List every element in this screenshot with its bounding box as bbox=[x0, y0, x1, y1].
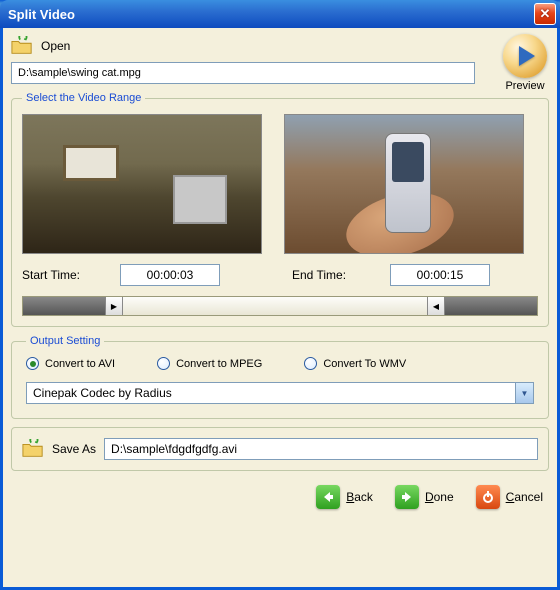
save-folder-icon[interactable] bbox=[22, 439, 44, 459]
dialog-body: Preview Open Select the Video Range bbox=[3, 28, 557, 587]
codec-selected: Cinepak Codec by Radius bbox=[33, 386, 172, 400]
radio-wmv-label: Convert To WMV bbox=[323, 358, 406, 370]
time-row: Start Time: End Time: bbox=[22, 264, 538, 286]
range-slider[interactable]: ▶ ◀ bbox=[22, 296, 538, 316]
end-time-input[interactable] bbox=[390, 264, 490, 286]
window-title: Split Video bbox=[8, 7, 534, 22]
radio-wmv[interactable]: Convert To WMV bbox=[304, 357, 406, 370]
radio-mpeg-indicator bbox=[157, 357, 170, 370]
slider-end-handle[interactable]: ◀ bbox=[427, 297, 445, 315]
done-arrow-icon bbox=[395, 485, 419, 509]
radio-avi[interactable]: Convert to AVI bbox=[26, 357, 115, 370]
save-label: Save As bbox=[52, 442, 96, 456]
range-legend: Select the Video Range bbox=[22, 92, 145, 104]
close-button[interactable]: ✕ bbox=[534, 3, 556, 25]
cancel-label-u: C bbox=[506, 490, 515, 504]
preview-button[interactable] bbox=[503, 34, 547, 78]
open-label: Open bbox=[41, 39, 70, 53]
back-button[interactable]: Back bbox=[316, 485, 373, 509]
preview-label: Preview bbox=[503, 80, 547, 92]
titlebar: Split Video ✕ bbox=[0, 0, 560, 28]
radio-row: Convert to AVI Convert to MPEG Convert T… bbox=[26, 357, 534, 370]
end-thumbnail[interactable] bbox=[284, 114, 524, 254]
done-label-rest: one bbox=[434, 490, 454, 504]
cancel-label-rest: ancel bbox=[514, 490, 543, 504]
radio-avi-indicator bbox=[26, 357, 39, 370]
back-arrow-icon bbox=[316, 485, 340, 509]
range-fieldset: Select the Video Range Start Time: End T… bbox=[11, 92, 549, 327]
done-button[interactable]: Done bbox=[395, 485, 454, 509]
done-label-u: D bbox=[425, 490, 434, 504]
start-time-label: Start Time: bbox=[22, 268, 112, 282]
save-row: Save As bbox=[11, 427, 549, 471]
chevron-down-icon: ▼ bbox=[515, 383, 533, 403]
thumb-row bbox=[22, 114, 538, 254]
radio-avi-label: Convert to AVI bbox=[45, 358, 115, 370]
start-thumbnail[interactable] bbox=[22, 114, 262, 254]
window: Split Video ✕ Preview Open Select the Vi… bbox=[0, 0, 560, 590]
save-path-input[interactable] bbox=[104, 438, 538, 460]
radio-wmv-indicator bbox=[304, 357, 317, 370]
radio-mpeg-label: Convert to MPEG bbox=[176, 358, 262, 370]
start-time-input[interactable] bbox=[120, 264, 220, 286]
source-path-input[interactable] bbox=[11, 62, 475, 84]
output-legend: Output Setting bbox=[26, 335, 104, 347]
open-row: Open bbox=[11, 36, 549, 56]
cancel-power-icon bbox=[476, 485, 500, 509]
output-fieldset: Output Setting Convert to AVI Convert to… bbox=[11, 335, 549, 419]
preview-block: Preview bbox=[503, 34, 547, 92]
end-time-label: End Time: bbox=[292, 268, 382, 282]
radio-mpeg[interactable]: Convert to MPEG bbox=[157, 357, 262, 370]
open-folder-icon[interactable] bbox=[11, 36, 33, 56]
back-label-rest: ack bbox=[354, 490, 373, 504]
slider-start-handle[interactable]: ▶ bbox=[105, 297, 123, 315]
cancel-button[interactable]: Cancel bbox=[476, 485, 543, 509]
codec-select[interactable]: Cinepak Codec by Radius ▼ bbox=[26, 382, 534, 404]
bottom-bar: Back Done Cancel bbox=[11, 485, 549, 509]
